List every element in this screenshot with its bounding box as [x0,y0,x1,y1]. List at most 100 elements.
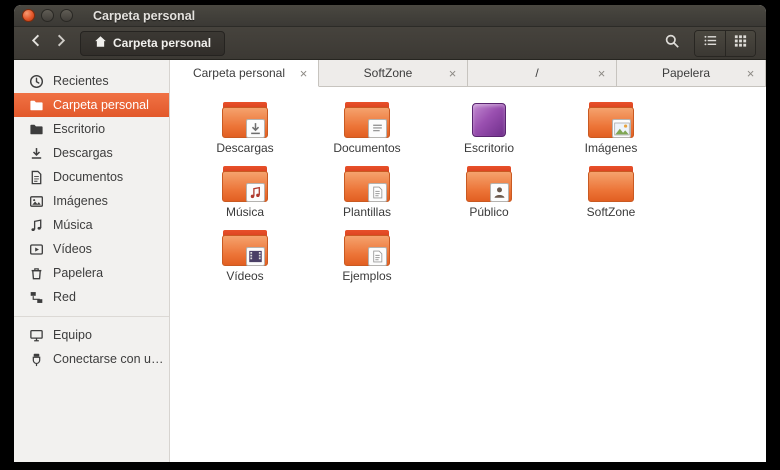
folder-emblem [246,183,265,202]
maximize-button[interactable] [60,9,73,22]
file-label: SoftZone [586,205,636,219]
folder-emblem [368,119,387,138]
sidebar-item-label: Descargas [53,146,113,160]
window-title: Carpeta personal [93,8,196,23]
sidebar-item-label: Carpeta personal [53,98,149,112]
sidebar-item-papelera[interactable]: Papelera [14,261,169,285]
content-pane: Carpeta personal × SoftZone × / × Papelera × De… [170,60,766,462]
sidebar-item-label: Música [53,218,93,232]
tab-papelera[interactable]: Papelera × [617,60,766,86]
toolbar: Carpeta personal [14,27,766,60]
folder-public-icon [466,164,512,204]
folder-templates-icon [344,164,390,204]
folder-plain-icon [588,164,634,204]
computer-icon [28,327,44,343]
sidebar-item-red[interactable]: Red [14,285,169,309]
file-label: Descargas [216,141,274,155]
file-item-descargas[interactable]: Descargas [184,100,306,164]
sidebar-separator [14,316,169,317]
grid-view-icon [733,33,748,53]
download-icon [28,145,44,161]
folder-emblem [368,247,387,266]
tab-close-icon[interactable]: × [743,67,758,80]
titlebar: Carpeta personal [14,5,766,27]
sidebar-devices-list: Equipo Conectarse con un ... [14,323,169,371]
window-body: Recientes Carpeta personal Escritorio Desca… [14,60,766,462]
sidebar-item-musica[interactable]: Música [14,213,169,237]
file-item-imagenes[interactable]: Imágenes [550,100,672,164]
folder-documents-icon [344,100,390,140]
tab-[interactable]: / × [468,60,617,86]
sidebar-item-equipo[interactable]: Equipo [14,323,169,347]
file-item-documentos[interactable]: Documentos [306,100,428,164]
folder-download-icon [222,100,268,140]
tab-softzone[interactable]: SoftZone × [319,60,468,86]
file-item-ejemplos[interactable]: Ejemplos [306,228,428,292]
folder-emblem [612,119,631,138]
tab-close-icon[interactable]: × [445,67,460,80]
sidebar: Recientes Carpeta personal Escritorio Desca… [14,60,170,462]
file-item-publico[interactable]: Público [428,164,550,228]
file-item-plantillas[interactable]: Plantillas [306,164,428,228]
tab-label: Papelera [661,66,711,80]
sidebar-item-documentos[interactable]: Documentos [14,165,169,189]
tab-carpeta-personal[interactable]: Carpeta personal × [170,60,319,87]
sidebar-item-label: Vídeos [53,242,92,256]
file-label: Vídeos [226,269,264,283]
folder-emblem [246,119,265,138]
tab-close-icon[interactable]: × [296,67,311,80]
file-item-videos[interactable]: Vídeos [184,228,306,292]
sidebar-item-videos[interactable]: Vídeos [14,237,169,261]
sidebar-item-conectarse-con-un[interactable]: Conectarse con un ... [14,347,169,371]
minimize-button[interactable] [41,9,54,22]
sidebar-item-imagenes[interactable]: Imágenes [14,189,169,213]
sidebar-item-label: Recientes [53,74,109,88]
file-item-musica[interactable]: Música [184,164,306,228]
file-label: Música [225,205,264,219]
view-toggle-group [694,29,756,57]
sidebar-item-label: Red [53,290,76,304]
file-label: Ejemplos [342,269,392,283]
sidebar-item-label: Escritorio [53,122,106,136]
sidebar-item-label: Imágenes [53,194,108,208]
back-button[interactable] [24,30,48,56]
back-icon [29,33,44,53]
folder-images-icon [588,100,634,140]
file-manager-window: Carpeta personal Carpeta personal Recien… [14,5,766,462]
sidebar-item-label: Documentos [53,170,124,184]
image-icon [28,193,44,209]
sidebar-places-list: Recientes Carpeta personal Escritorio Desca… [14,69,169,309]
forward-button[interactable] [48,30,72,56]
file-item-softzone[interactable]: SoftZone [550,164,672,228]
folder-emblem [368,183,387,202]
file-item-escritorio[interactable]: Escritorio [428,100,550,164]
network-icon [28,289,44,305]
list-view-button[interactable] [695,30,725,56]
sidebar-item-label: Conectarse con un ... [53,352,165,366]
folder-videos-icon [222,228,268,268]
sidebar-item-descargas[interactable]: Descargas [14,141,169,165]
tab-close-icon[interactable]: × [594,67,609,80]
file-label: Imágenes [584,141,638,155]
tab-label: Carpeta personal [192,66,286,80]
sidebar-item-label: Equipo [53,328,92,342]
file-grid: Descargas Documentos Escritorio Imágenes Mús… [170,87,766,462]
sidebar-item-recientes[interactable]: Recientes [14,69,169,93]
file-label: Escritorio [463,141,514,155]
desktop-screen [472,103,506,137]
file-label: Público [469,205,509,219]
video-icon [28,241,44,257]
tab-bar: Carpeta personal × SoftZone × / × Papelera × [170,60,766,87]
list-view-icon [703,33,718,53]
search-button[interactable] [658,30,686,56]
grid-view-button[interactable] [725,30,755,56]
sidebar-item-carpeta-personal[interactable]: Carpeta personal [14,93,169,117]
sidebar-item-escritorio[interactable]: Escritorio [14,117,169,141]
folder-emblem [490,183,509,202]
close-button[interactable] [22,9,35,22]
folder-body [588,171,634,202]
breadcrumb[interactable]: Carpeta personal [80,30,226,56]
screenshot-stage: Carpeta personal Carpeta personal Recien… [0,0,780,470]
file-label: Plantillas [342,205,392,219]
trash-icon [28,265,44,281]
